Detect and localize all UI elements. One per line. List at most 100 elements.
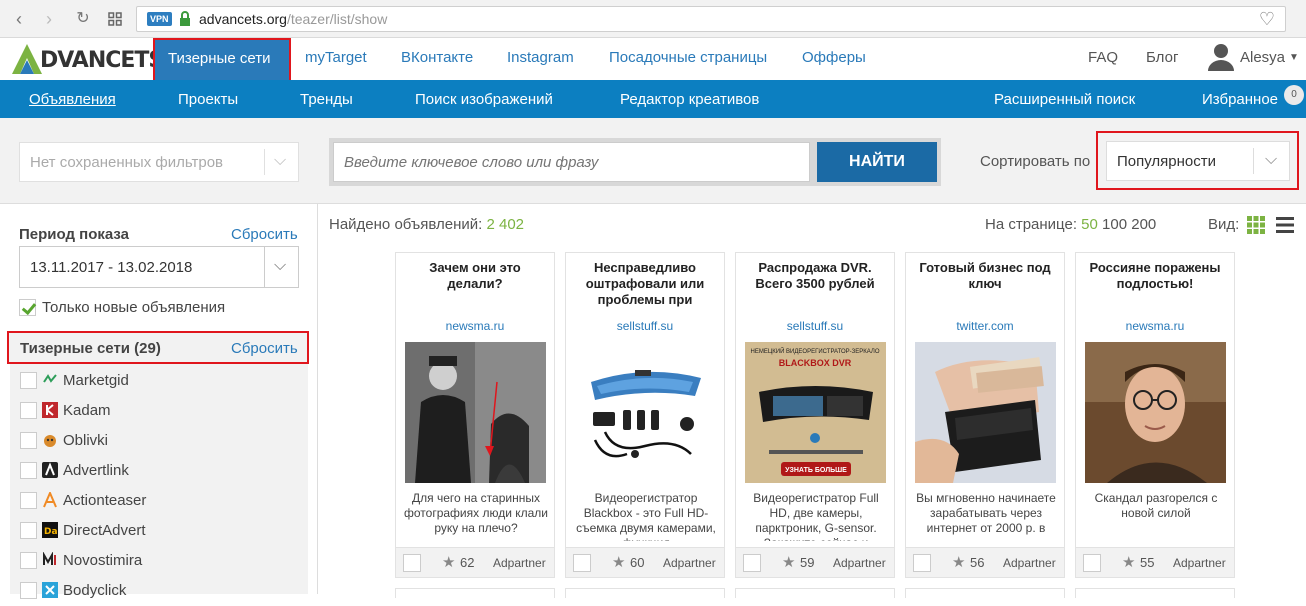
ad-title[interactable]: Зачем они это делали?	[404, 260, 546, 292]
nav-landing-pages[interactable]: Посадочные страницы	[609, 49, 767, 66]
subnav-advanced-search[interactable]: Расширенный поиск	[994, 91, 1135, 108]
apps-grid-icon[interactable]	[104, 8, 126, 30]
network-checkbox[interactable]	[20, 432, 37, 449]
network-checkbox[interactable]	[20, 522, 37, 539]
list-item[interactable]: Actionteaser	[10, 486, 308, 516]
ad-title[interactable]: Несправедливо оштрафовали или проблемы п…	[574, 260, 716, 308]
user-name[interactable]: Alesya	[1240, 49, 1285, 66]
network-checkbox[interactable]	[20, 462, 37, 479]
network-checkbox[interactable]	[20, 402, 37, 419]
list-item[interactable]: Bodyclick	[10, 576, 308, 606]
network-checkbox[interactable]	[20, 552, 37, 569]
star-icon[interactable]: ★	[1122, 553, 1135, 571]
ad-card[interactable]: Готовый бизнес под ключ twitter.com Вы м…	[905, 252, 1065, 578]
nav-instagram[interactable]: Instagram	[507, 49, 574, 66]
ad-domain[interactable]: newsma.ru	[1076, 319, 1234, 333]
ad-card-next-row	[565, 588, 725, 598]
list-item[interactable]: Da DirectAdvert	[10, 516, 308, 546]
ad-select-checkbox[interactable]	[743, 554, 761, 572]
bookmark-heart-icon[interactable]: ♡	[1259, 9, 1275, 30]
ad-domain[interactable]: twitter.com	[906, 319, 1064, 333]
network-checkbox[interactable]	[20, 582, 37, 599]
star-icon[interactable]: ★	[442, 553, 455, 571]
ad-select-checkbox[interactable]	[403, 554, 421, 572]
list-item[interactable]: Advertlink	[10, 456, 308, 486]
ad-card-next-row	[1075, 588, 1235, 598]
nav-vkontakte[interactable]: ВКонтакте	[401, 49, 473, 66]
user-avatar-icon[interactable]	[1208, 43, 1234, 71]
ad-image[interactable]	[915, 342, 1056, 483]
faq-link[interactable]: FAQ	[1088, 49, 1118, 66]
subnav-image-search[interactable]: Поиск изображений	[415, 91, 553, 108]
forward-icon[interactable]: ›	[38, 8, 60, 30]
per-page-200[interactable]: 200	[1131, 216, 1156, 233]
ad-domain[interactable]: sellstuff.su	[736, 319, 894, 333]
advancets-logo[interactable]: DVANCETS	[10, 42, 164, 76]
ad-image[interactable]	[1085, 342, 1226, 483]
search-input[interactable]	[333, 142, 810, 182]
subnav-trends[interactable]: Тренды	[300, 91, 353, 108]
vpn-badge[interactable]: VPN	[147, 12, 172, 26]
user-menu-caret-icon[interactable]: ▼	[1289, 52, 1299, 63]
ad-description: Видеорегистратор Blackbox - это Full HD-…	[576, 491, 716, 541]
ad-select-checkbox[interactable]	[573, 554, 591, 572]
list-item[interactable]: Kadam	[10, 396, 308, 426]
networks-reset-link[interactable]: Сбросить	[231, 340, 298, 357]
back-icon[interactable]: ‹	[8, 8, 30, 30]
svg-text:Da: Da	[44, 527, 58, 537]
ad-card[interactable]: Россияне поражены подлостью! newsma.ru С…	[1075, 252, 1235, 578]
nav-teaser-networks[interactable]: Тизерные сети	[153, 38, 291, 82]
ad-image[interactable]	[405, 342, 546, 483]
new-only-checkbox[interactable]	[19, 299, 36, 316]
ad-banner-headline: НЕМЕЦКИЙ ВИДЕОРЕГИСТРАТОР-ЗЕРКАЛО	[750, 347, 879, 355]
period-reset-link[interactable]: Сбросить	[231, 226, 298, 243]
ad-title[interactable]: Готовый бизнес под ключ	[914, 260, 1056, 292]
url-text[interactable]: advancets.org/teazer/list/show	[199, 11, 387, 27]
subnav-projects[interactable]: Проекты	[178, 91, 238, 108]
sort-select[interactable]: Популярности ⌵	[1106, 141, 1290, 181]
ad-card[interactable]: Зачем они это делали? newsma.ru Для чего…	[395, 252, 555, 578]
star-icon[interactable]: ★	[782, 553, 795, 571]
address-bar[interactable]: VPN advancets.org/teazer/list/show ♡	[136, 6, 1286, 32]
ad-title[interactable]: Распродажа DVR. Всего 3500 рублей	[744, 260, 886, 292]
blog-link[interactable]: Блог	[1146, 49, 1178, 66]
ad-card[interactable]: Несправедливо оштрафовали или проблемы п…	[565, 252, 725, 578]
ad-footer: ★ 59 Adpartner	[736, 547, 894, 577]
star-icon[interactable]: ★	[952, 553, 965, 571]
list-item[interactable]: Oblivki	[10, 426, 308, 456]
chevron-down-icon: ⌵	[274, 257, 287, 274]
reload-icon[interactable]: ↻	[72, 8, 94, 30]
subnav-ads[interactable]: Объявления	[29, 91, 116, 108]
nav-offers[interactable]: Офферы	[802, 49, 866, 66]
ad-image[interactable]: НЕМЕЦКИЙ ВИДЕОРЕГИСТРАТОР-ЗЕРКАЛО BLACKB…	[745, 342, 886, 483]
ad-domain[interactable]: sellstuff.su	[566, 319, 724, 333]
per-page-50[interactable]: 50	[1081, 216, 1098, 233]
subnav-favorites[interactable]: Избранное	[1202, 91, 1278, 108]
ad-description: Вы мгновенно начинаете зарабатывать чере…	[916, 491, 1056, 535]
ad-domain[interactable]: newsma.ru	[396, 319, 554, 333]
network-checkbox[interactable]	[20, 492, 37, 509]
ad-select-checkbox[interactable]	[1083, 554, 1101, 572]
date-range-picker[interactable]: 13.11.2017 - 13.02.2018 ⌵	[19, 246, 299, 288]
ad-score: 60	[630, 555, 645, 570]
ad-network: Adpartner	[833, 556, 886, 570]
per-page-100[interactable]: 100	[1102, 216, 1127, 233]
star-icon[interactable]: ★	[612, 553, 625, 571]
list-view-icon[interactable]	[1276, 217, 1294, 233]
list-item[interactable]: Marketgid	[10, 366, 308, 396]
search-group: НАЙТИ	[329, 138, 941, 186]
ad-title[interactable]: Россияне поражены подлостью!	[1084, 260, 1226, 292]
subnav-creative-editor[interactable]: Редактор креативов	[620, 91, 759, 108]
ad-image[interactable]	[575, 342, 716, 483]
networks-list: Marketgid Kadam Oblivki Advertlink Actio…	[10, 364, 308, 599]
search-button[interactable]: НАЙТИ	[817, 142, 937, 182]
grid-view-icon[interactable]	[1247, 216, 1265, 234]
nav-mytarget[interactable]: myTarget	[305, 49, 367, 66]
list-item[interactable]: Novostimira	[10, 546, 308, 576]
network-checkbox[interactable]	[20, 372, 37, 389]
saved-filters-select[interactable]: Нет сохраненных фильтров ⌵	[19, 142, 299, 182]
ad-select-checkbox[interactable]	[913, 554, 931, 572]
ad-network: Adpartner	[1173, 556, 1226, 570]
results-area: Найдено объявлений: 2 402 На странице: 5…	[319, 204, 1306, 598]
ad-card[interactable]: Распродажа DVR. Всего 3500 рублей sellst…	[735, 252, 895, 578]
